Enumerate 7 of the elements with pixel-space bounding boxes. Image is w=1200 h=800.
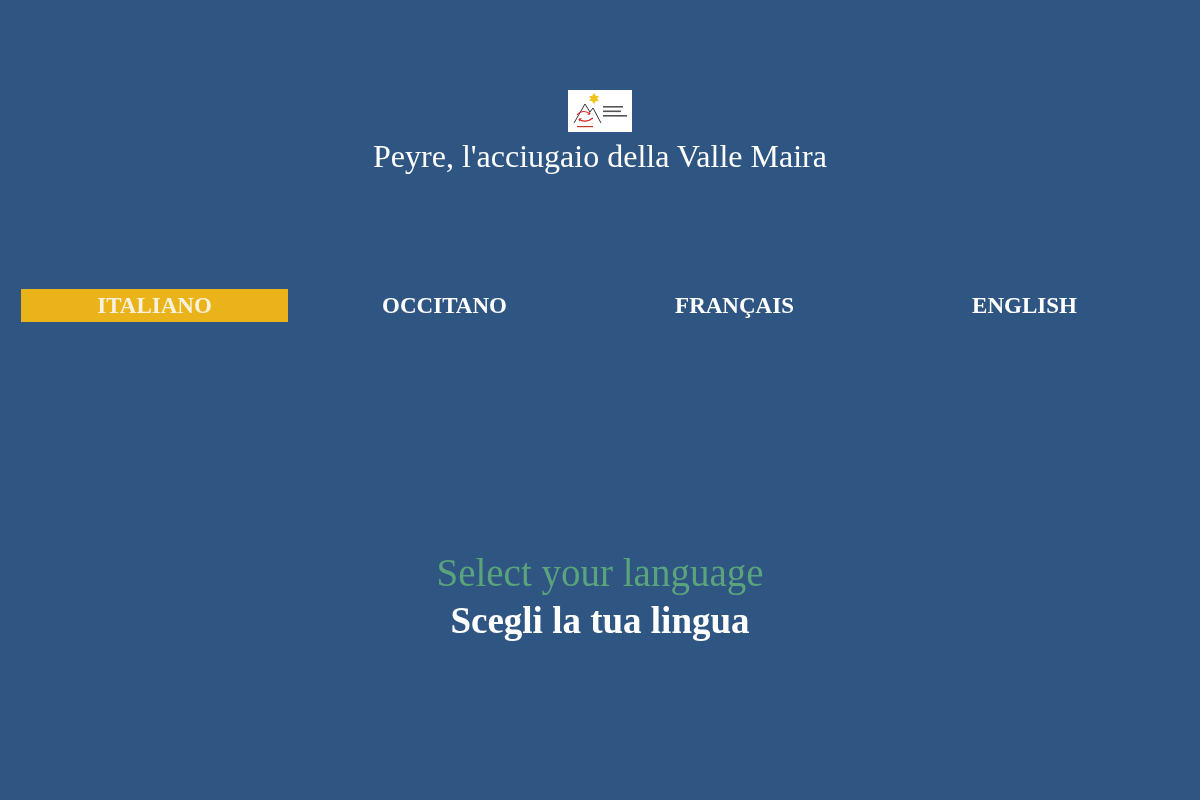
- page-title: Peyre, l'acciugaio della Valle Maira: [373, 138, 827, 174]
- prompt-subheading: Scegli la tua lingua: [450, 599, 750, 643]
- language-tab[interactable]: ENGLISH: [891, 289, 1158, 322]
- language-tab[interactable]: FRANÇAIS: [601, 289, 868, 322]
- prompt-heading: Select your language: [436, 550, 764, 597]
- language-tab[interactable]: OCCITANO: [311, 289, 578, 322]
- mountain-logo-icon: [568, 90, 632, 132]
